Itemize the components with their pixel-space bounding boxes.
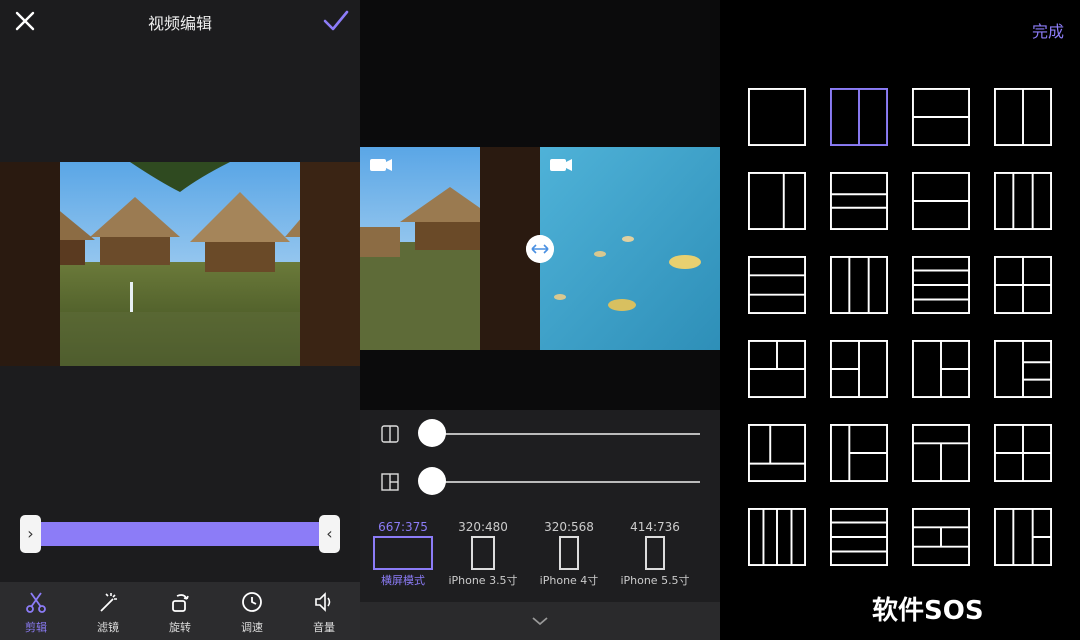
layout-option-21[interactable]: [748, 508, 806, 566]
watermark: 软件SOS: [872, 596, 984, 626]
layout-option-18[interactable]: [830, 424, 888, 482]
rotate-icon: [172, 594, 189, 612]
border-slider-row: [360, 418, 720, 448]
ratio-frame: [373, 536, 433, 570]
ratio-label: iPhone 3.5寸: [448, 574, 518, 587]
swap-arrows-icon[interactable]: [526, 235, 554, 263]
ratio-iphone-35[interactable]: 320:480 iPhone 3.5寸: [440, 518, 526, 588]
layout-picker-panel: 完成 软件SOS: [720, 0, 1080, 640]
page-title: 视频编辑: [147, 14, 212, 33]
layout-option-13[interactable]: [748, 340, 806, 398]
tool-label: 剪辑: [25, 621, 47, 634]
corner-slider-row: [360, 466, 720, 496]
layout-option-22[interactable]: [830, 508, 888, 566]
border-slider-knob[interactable]: [418, 419, 446, 447]
chevron-down-icon[interactable]: [530, 614, 550, 628]
layout-option-7[interactable]: [912, 172, 970, 230]
layout-option-5[interactable]: [748, 172, 806, 230]
ratio-frame: [471, 536, 495, 570]
tool-label: 音量: [313, 621, 335, 634]
trim-end-handle[interactable]: ‹: [319, 515, 340, 553]
split-screen-panel: 667:375 横屏模式 320:480 iPhone 3.5寸 320:568…: [360, 0, 720, 640]
layout-option-3[interactable]: [912, 88, 970, 146]
collapse-bar[interactable]: [360, 602, 720, 640]
border-width-icon: [381, 425, 399, 443]
checkmark-icon[interactable]: [322, 8, 350, 34]
trim-slider[interactable]: › ‹: [20, 515, 340, 553]
layout-option-1[interactable]: [748, 88, 806, 146]
border-slider-track[interactable]: [432, 433, 700, 435]
layout-grid: [748, 88, 1052, 568]
ratio-iphone-55[interactable]: 414:736 iPhone 5.5寸: [612, 518, 698, 588]
layout-option-2[interactable]: [830, 88, 888, 146]
ratio-frame: [559, 536, 579, 570]
layout-option-17[interactable]: [748, 424, 806, 482]
video-preview: [0, 162, 360, 366]
corner-slider-track[interactable]: [432, 481, 700, 483]
speaker-icon: [315, 592, 331, 612]
tool-rotate[interactable]: 旋转: [144, 582, 216, 640]
tool-label: 旋转: [169, 621, 191, 634]
layout-option-19[interactable]: [912, 424, 970, 482]
tool-label: 调速: [241, 621, 263, 634]
layout-option-4[interactable]: [994, 88, 1052, 146]
trim-start-handle[interactable]: ›: [20, 515, 41, 553]
done-button[interactable]: 完成: [1032, 18, 1064, 42]
tool-speed[interactable]: 调速: [216, 582, 288, 640]
tool-label: 滤镜: [97, 621, 119, 634]
layout-option-11[interactable]: [912, 256, 970, 314]
corner-radius-icon: [381, 473, 399, 491]
ratio-label: 横屏模式: [381, 574, 425, 587]
trim-range-bar[interactable]: [38, 522, 322, 546]
ratio-iphone-4[interactable]: 320:568 iPhone 4寸: [526, 518, 612, 588]
tool-volume[interactable]: 音量: [288, 582, 360, 640]
aspect-ratio-list: 667:375 横屏模式 320:480 iPhone 3.5寸 320:568…: [360, 518, 720, 602]
tool-cut[interactable]: 剪辑: [0, 582, 72, 640]
clock-icon: [242, 592, 262, 612]
ratio-value: 667:375: [378, 520, 428, 534]
split-controls: 667:375 横屏模式 320:480 iPhone 3.5寸 320:568…: [360, 410, 720, 602]
ratio-label: iPhone 4寸: [539, 574, 599, 587]
ratio-value: 414:736: [630, 520, 680, 534]
layout-option-15[interactable]: [912, 340, 970, 398]
ratio-value: 320:568: [544, 520, 594, 534]
layout-option-9[interactable]: [748, 256, 806, 314]
ratio-label: iPhone 5.5寸: [620, 574, 690, 587]
ratio-landscape[interactable]: 667:375 横屏模式: [360, 518, 446, 588]
layout-option-24[interactable]: [994, 508, 1052, 566]
layout-option-10[interactable]: [830, 256, 888, 314]
tool-filter[interactable]: 滤镜: [72, 582, 144, 640]
edit-toolbar: 剪辑 滤镜 旋转 调速 音量: [0, 582, 360, 640]
ratio-frame: [645, 536, 665, 570]
layout-option-14[interactable]: [830, 340, 888, 398]
layout-option-12[interactable]: [994, 256, 1052, 314]
layout-option-20[interactable]: [994, 424, 1052, 482]
layout-option-23[interactable]: [912, 508, 970, 566]
ratio-value: 320:480: [458, 520, 508, 534]
layout-option-8[interactable]: [994, 172, 1052, 230]
magic-wand-icon: [100, 593, 117, 612]
layout-option-16[interactable]: [994, 340, 1052, 398]
layout-option-6[interactable]: [830, 172, 888, 230]
scissors-icon: [26, 592, 46, 613]
corner-slider-knob[interactable]: [418, 467, 446, 495]
video-edit-panel: 视频编辑 › ‹ 剪辑 滤镜 旋转 调速 音量: [0, 0, 360, 640]
